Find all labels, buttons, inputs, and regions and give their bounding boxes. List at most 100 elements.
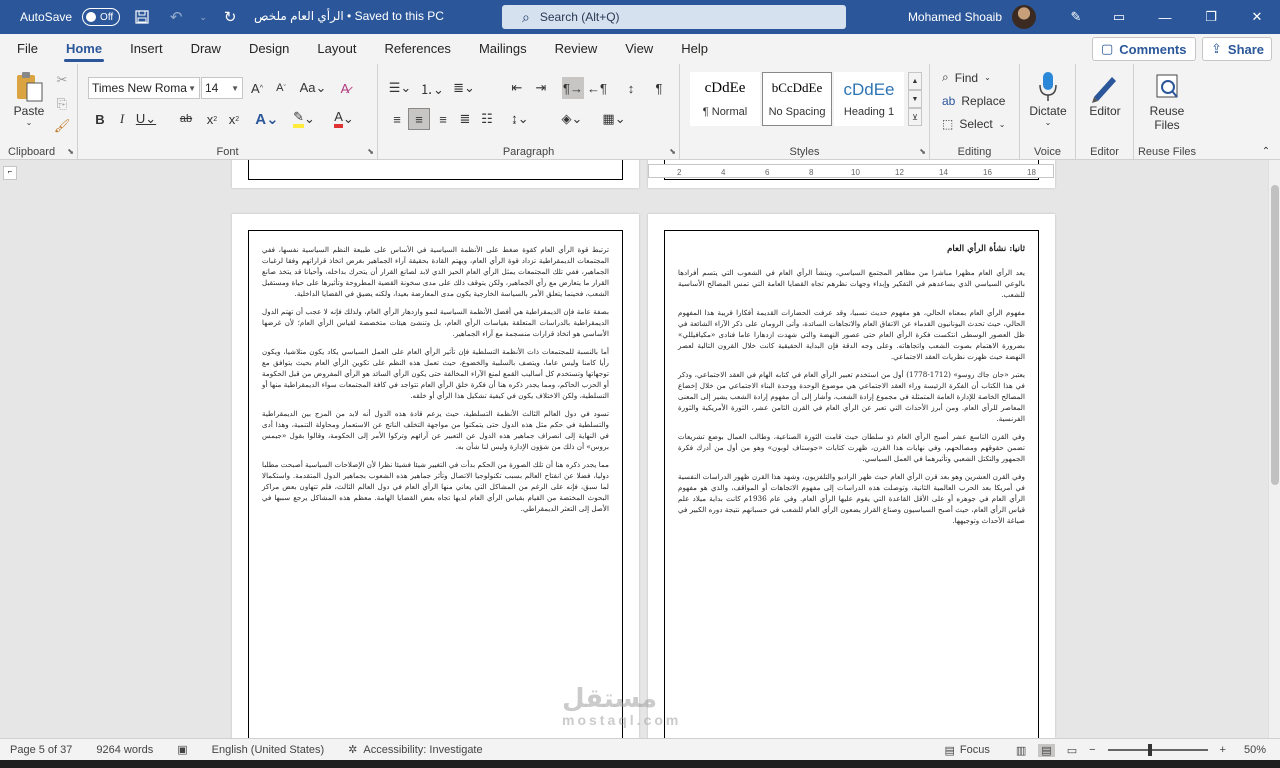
tab-review[interactable]: Review: [541, 34, 612, 64]
zoom-slider[interactable]: [1107, 744, 1208, 756]
paste-dropdown-icon[interactable]: ⌄: [26, 118, 33, 127]
page-count[interactable]: Page 5 of 37: [10, 744, 72, 756]
zoom-level[interactable]: 50%: [1244, 744, 1266, 756]
undo-dropdown-icon[interactable]: ⌄: [198, 5, 208, 29]
style-normal[interactable]: cDdEe ¶ Normal: [690, 72, 760, 126]
font-color-icon[interactable]: A ⌄: [330, 108, 358, 130]
line-spacing-icon[interactable]: ↨⌄: [506, 108, 534, 130]
zoom-slider-knob[interactable]: [1147, 744, 1152, 756]
vertical-scrollbar[interactable]: [1268, 160, 1280, 738]
redo-icon[interactable]: ↻: [218, 5, 242, 29]
justify-icon[interactable]: ≣: [454, 108, 476, 130]
replace-button[interactable]: ab Replace: [942, 94, 1005, 108]
tab-layout[interactable]: Layout: [303, 34, 370, 64]
style-no-spacing[interactable]: bCcDdEe No Spacing: [762, 72, 832, 126]
italic-icon[interactable]: I: [112, 108, 132, 130]
font-size-select[interactable]: 14 ▼: [201, 77, 243, 99]
dictate-dropdown-icon[interactable]: ⌄: [1045, 118, 1052, 127]
show-formatting-icon[interactable]: ¶: [648, 77, 670, 99]
tab-home[interactable]: Home: [52, 34, 116, 64]
tab-mailings[interactable]: Mailings: [465, 34, 541, 64]
tab-draw[interactable]: Draw: [177, 34, 235, 64]
find-button[interactable]: ⌕ Find ⌄: [942, 70, 991, 85]
increase-indent-icon[interactable]: ⇥: [530, 77, 552, 99]
copy-icon[interactable]: ⎘: [54, 96, 70, 112]
clear-formatting-icon[interactable]: A̷: [334, 77, 356, 99]
align-right-icon[interactable]: ≡: [432, 108, 454, 130]
clipboard-launcher-icon[interactable]: ⬊: [67, 147, 74, 156]
subscript-icon[interactable]: x2: [202, 108, 222, 130]
tab-help[interactable]: Help: [667, 34, 722, 64]
rtl-direction-icon[interactable]: ←¶: [586, 77, 608, 99]
document-workspace[interactable]: ترتبط قوة الرأي العام كقوة ضغط على الأنظ…: [0, 160, 1268, 738]
page-6[interactable]: ثانيا: نشأة الرأي العام يعد الرأي العام …: [648, 214, 1055, 738]
bold-icon[interactable]: B: [90, 108, 110, 130]
multilevel-list-icon[interactable]: ≣⌄: [450, 77, 478, 99]
ltr-direction-icon[interactable]: ¶→: [562, 77, 584, 99]
avatar[interactable]: [1012, 5, 1036, 29]
style-heading-1[interactable]: cDdEe Heading 1: [834, 72, 904, 126]
numbering-icon[interactable]: ⒈⌄: [418, 77, 446, 99]
page-6-text[interactable]: ثانيا: نشأة الرأي العام يعد الرأي العام …: [678, 244, 1025, 533]
borders-icon[interactable]: ▦⌄: [600, 108, 628, 130]
tab-design[interactable]: Design: [235, 34, 303, 64]
ribbon-display-icon[interactable]: ▭: [1096, 0, 1142, 34]
font-launcher-icon[interactable]: ⬊: [367, 147, 374, 156]
text-effects-icon[interactable]: A⌄: [254, 108, 280, 130]
restore-button[interactable]: ❐: [1188, 0, 1234, 34]
dictate-button[interactable]: Dictate ⌄: [1024, 70, 1072, 127]
align-left-icon[interactable]: ≡: [386, 108, 408, 130]
page-7[interactable]: ترتبط قوة الرأي العام كقوة ضغط على الأنظ…: [232, 214, 639, 738]
change-case-icon[interactable]: Aa⌄: [298, 77, 328, 99]
align-center-icon[interactable]: ≡: [408, 108, 430, 130]
comments-button[interactable]: ▢ Comments: [1092, 37, 1196, 61]
minimize-button[interactable]: —: [1142, 0, 1188, 34]
horizontal-ruler[interactable]: 2 4 6 8 10 12 14 16 18: [648, 164, 1054, 178]
tab-view[interactable]: View: [611, 34, 667, 64]
shading-icon[interactable]: ◈⌄: [558, 108, 586, 130]
tab-references[interactable]: References: [370, 34, 464, 64]
underline-icon[interactable]: U⌄: [134, 108, 158, 130]
undo-icon[interactable]: ↶: [164, 5, 188, 29]
tab-insert[interactable]: Insert: [116, 34, 177, 64]
share-button[interactable]: ⇪ Share: [1202, 37, 1272, 61]
pen-icon[interactable]: ✎: [1056, 0, 1096, 34]
language-status[interactable]: English (United States): [212, 744, 325, 756]
sort-icon[interactable]: ↕: [620, 77, 642, 99]
decrease-indent-icon[interactable]: ⇤: [506, 77, 528, 99]
print-layout-icon[interactable]: ▤: [1038, 743, 1055, 757]
focus-button[interactable]: ▤ Focus: [945, 744, 990, 757]
word-count[interactable]: 9264 words: [96, 744, 153, 756]
collapse-ribbon-icon[interactable]: ⌃: [1258, 144, 1274, 158]
bullets-icon[interactable]: ☰⌄: [386, 77, 414, 99]
paste-button[interactable]: Paste ⌄: [8, 70, 50, 127]
grow-font-icon[interactable]: A ^: [246, 77, 268, 99]
font-name-select[interactable]: Times New Roma ▼: [88, 77, 200, 99]
styles-scroll-up-icon[interactable]: ▲: [908, 72, 922, 90]
superscript-icon[interactable]: x2: [224, 108, 244, 130]
page-7-text[interactable]: ترتبط قوة الرأي العام كقوة ضغط على الأنظ…: [262, 244, 609, 521]
tab-selector-icon[interactable]: ⌐: [3, 166, 17, 180]
accessibility-status[interactable]: ✲ Accessibility: Investigate: [348, 743, 482, 757]
save-icon[interactable]: [130, 5, 154, 29]
web-layout-icon[interactable]: ▭: [1067, 744, 1077, 757]
reuse-files-button[interactable]: Reuse Files: [1140, 70, 1194, 132]
select-button[interactable]: ⬚ Select ⌄: [942, 117, 1005, 131]
autosave-toggle[interactable]: Off: [82, 8, 121, 26]
editor-button[interactable]: Editor: [1082, 70, 1128, 118]
styles-launcher-icon[interactable]: ⬊: [919, 147, 926, 156]
shrink-font-icon[interactable]: Aˇ: [270, 77, 292, 99]
styles-more-icon[interactable]: ⊻: [908, 108, 922, 126]
strikethrough-icon[interactable]: ab: [174, 108, 198, 130]
zoom-out-icon[interactable]: −: [1089, 744, 1095, 756]
justify-low-icon[interactable]: ☷: [476, 108, 498, 130]
paragraph-launcher-icon[interactable]: ⬊: [669, 147, 676, 156]
cut-icon[interactable]: ✂: [54, 72, 70, 88]
search-box[interactable]: ⌕ Search (Alt+Q): [502, 5, 846, 29]
scrollbar-thumb[interactable]: [1271, 185, 1279, 485]
proofing-icon[interactable]: ▣: [177, 743, 187, 756]
highlight-icon[interactable]: ✎ ⌄: [290, 108, 318, 130]
user-name[interactable]: Mohamed Shoaib: [908, 10, 1002, 24]
tab-file[interactable]: File: [0, 34, 52, 64]
close-button[interactable]: ✕: [1234, 0, 1280, 34]
